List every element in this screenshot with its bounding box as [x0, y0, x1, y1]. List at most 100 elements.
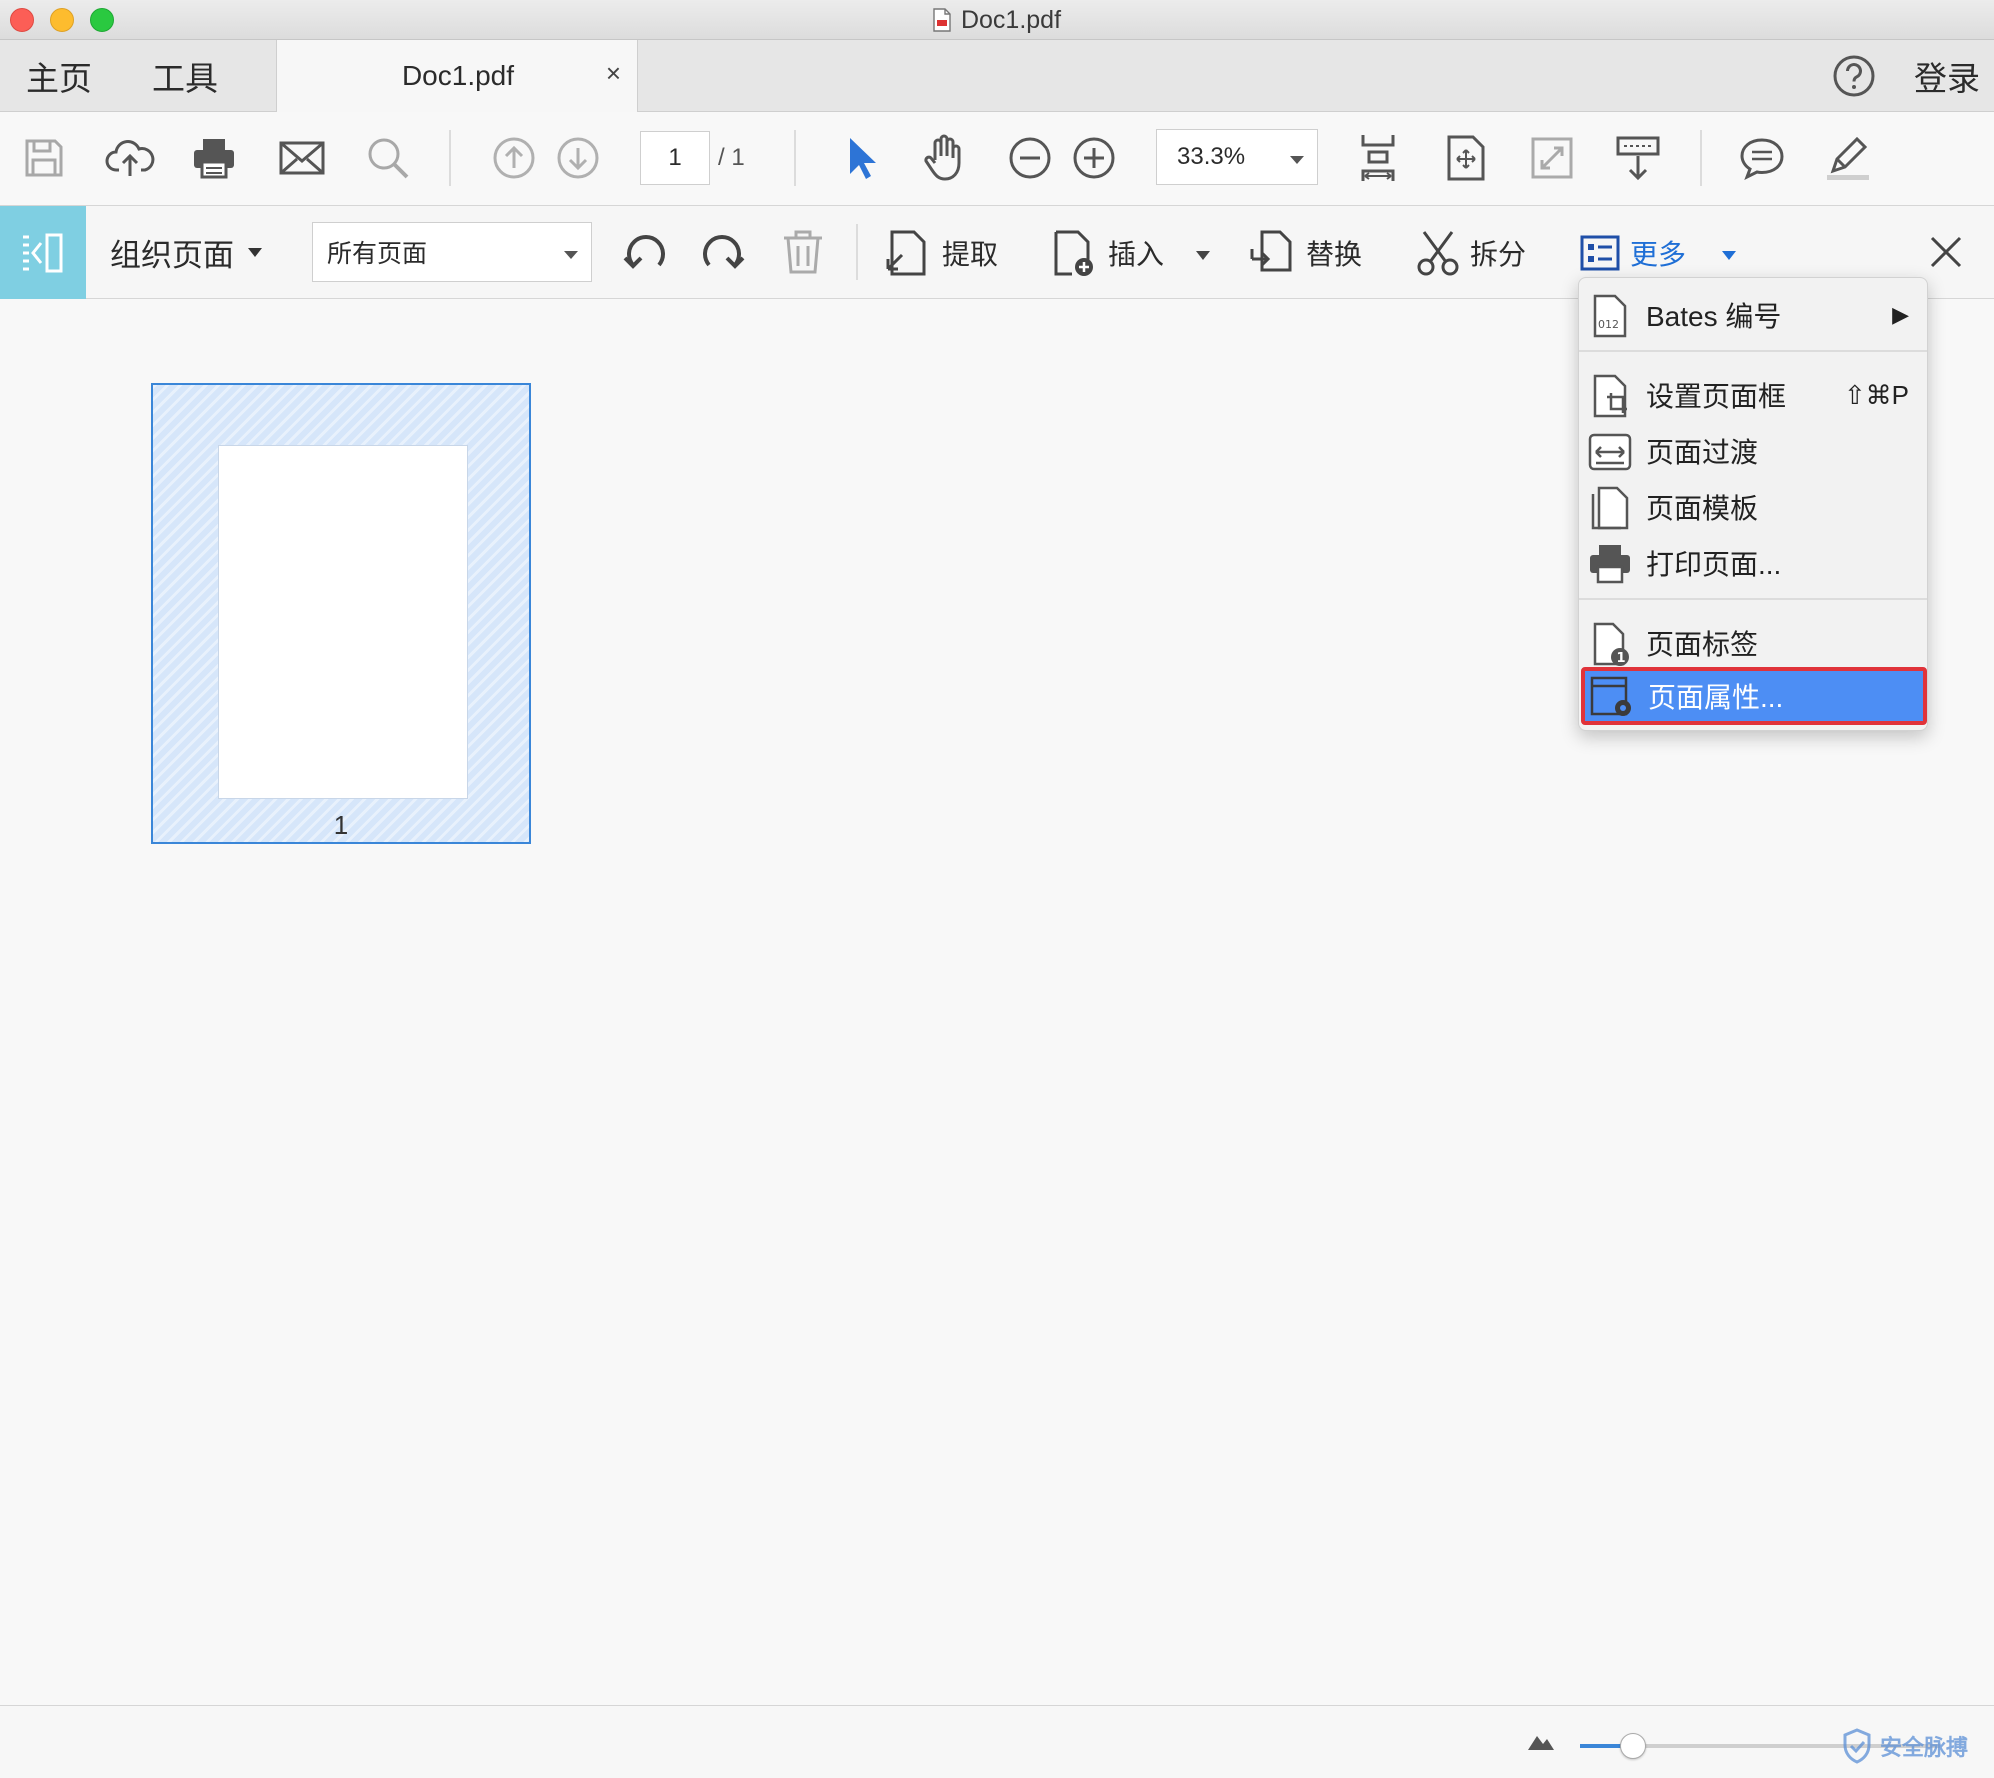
window-title: Doc1.pdf: [0, 0, 1994, 40]
extract-icon: [886, 230, 926, 275]
save-icon[interactable]: [16, 130, 72, 186]
toolbar-separator: [449, 130, 451, 186]
menu-item-set-page-boxes[interactable]: 设置页面框 ⇧⌘P: [1579, 367, 1927, 423]
scroll-mode-icon[interactable]: [1610, 130, 1666, 186]
menu-item-label: 页面过渡: [1646, 437, 1759, 468]
replace-page-icon: [1250, 230, 1292, 271]
thumbnail-size-slider-knob[interactable]: [1620, 1733, 1646, 1759]
menu-item-label: 设置页面框: [1646, 381, 1787, 412]
print-icon: [1590, 545, 1630, 584]
login-link[interactable]: 登录: [1914, 40, 1980, 112]
replace-button[interactable]: 替换: [1248, 206, 1362, 299]
menu-item-label: 页面属性...: [1648, 682, 1784, 713]
split-button[interactable]: 拆分: [1416, 206, 1526, 299]
fullscreen-icon[interactable]: [1524, 130, 1580, 186]
extract-label: 提取: [942, 238, 999, 270]
more-dropdown-chevron-icon[interactable]: [1722, 247, 1736, 265]
organize-pages-menu[interactable]: 组织页面: [110, 206, 262, 299]
crop-page-icon: [1593, 374, 1627, 418]
page-up-icon[interactable]: [486, 130, 542, 186]
close-tab-icon[interactable]: ×: [606, 58, 621, 89]
comment-icon[interactable]: [1734, 130, 1790, 186]
page-range-select[interactable]: 所有页面: [312, 222, 592, 282]
close-organize-icon[interactable]: [1926, 232, 1966, 277]
menu-item-page-transitions[interactable]: 页面过渡: [1579, 423, 1927, 479]
menu-separator: [1579, 598, 1927, 600]
menu-item-label: Bates 编号: [1646, 301, 1782, 332]
rotate-left-icon[interactable]: [620, 226, 672, 283]
small-thumbnails-icon[interactable]: [1526, 1730, 1556, 1757]
page-properties-icon: [1590, 676, 1631, 716]
toolbar-separator: [794, 130, 796, 186]
zoom-value: 33.3%: [1177, 143, 1246, 170]
delete-page-icon[interactable]: [780, 228, 826, 281]
menu-item-page-labels[interactable]: 1 页面标签: [1579, 615, 1927, 671]
page-down-icon[interactable]: [550, 130, 606, 186]
upload-icon[interactable]: [102, 130, 158, 186]
insert-dropdown-chevron-icon[interactable]: [1196, 247, 1210, 265]
mail-icon[interactable]: [274, 130, 330, 186]
page-number-input[interactable]: 1: [640, 131, 710, 185]
menu-item-page-templates[interactable]: 页面模板: [1579, 479, 1927, 535]
rotate-view-icon[interactable]: [1438, 130, 1494, 186]
insert-button[interactable]: 插入: [1052, 206, 1164, 299]
tab-bar: 主页 工具 Doc1.pdf × 登录: [0, 40, 1994, 113]
zoom-select[interactable]: 33.3%: [1156, 129, 1318, 185]
watermark-text: 安全脉搏: [1880, 1735, 1969, 1760]
menu-item-label: 页面模板: [1646, 493, 1759, 524]
svg-text:012: 012: [1598, 318, 1619, 331]
split-label: 拆分: [1470, 238, 1527, 270]
select-arrow-icon[interactable]: [832, 130, 888, 186]
insert-page-icon: [1054, 230, 1093, 276]
toolbar-separator: [856, 224, 858, 280]
menu-item-print-pages[interactable]: 打印页面...: [1579, 535, 1927, 591]
submenu-arrow-icon: ▶: [1892, 302, 1909, 327]
tab-home[interactable]: 主页: [26, 40, 92, 112]
extract-button[interactable]: 提取: [886, 206, 998, 299]
more-dropdown-menu: 012 Bates 编号 ▶ 设置页面框 ⇧⌘P 页面过渡 页面模板 打印页面.…: [1578, 277, 1928, 731]
watermark: 安全脉搏: [1842, 1726, 1968, 1766]
toolbar-separator: [1700, 130, 1702, 186]
shield-icon: [1843, 1728, 1871, 1764]
window-title-text: Doc1.pdf: [960, 5, 1062, 34]
svg-text:1: 1: [1617, 651, 1626, 666]
zoom-out-icon[interactable]: [1002, 130, 1058, 186]
page-transition-icon: [1588, 433, 1632, 471]
organize-tool-icon[interactable]: [0, 206, 86, 299]
chevron-down-icon: [1289, 152, 1305, 170]
page-label-icon: 1: [1593, 622, 1629, 666]
page-total: / 1: [718, 144, 745, 171]
menu-separator: [1579, 350, 1927, 352]
menu-item-shortcut: ⇧⌘P: [1843, 379, 1909, 410]
pen-icon[interactable]: [1820, 130, 1876, 186]
status-bar: 安全脉搏: [0, 1705, 1994, 1778]
page-thumbnail-number: 1: [333, 810, 349, 840]
zoom-in-icon[interactable]: [1066, 130, 1122, 186]
tab-document[interactable]: Doc1.pdf ×: [276, 40, 638, 113]
menu-item-page-properties[interactable]: 页面属性...: [1581, 667, 1927, 725]
page-template-icon: [1591, 486, 1629, 530]
tab-tools[interactable]: 工具: [152, 40, 218, 112]
insert-label: 插入: [1108, 238, 1165, 270]
print-icon[interactable]: [186, 130, 242, 186]
page-range-value: 所有页面: [327, 240, 428, 268]
chevron-down-icon: [563, 247, 579, 265]
page-preview: [218, 445, 468, 799]
rotate-right-icon[interactable]: [696, 226, 748, 283]
search-icon[interactable]: [360, 130, 416, 186]
more-list-icon: [1580, 235, 1620, 270]
hand-icon[interactable]: [916, 130, 972, 186]
fit-page-icon[interactable]: [1350, 130, 1406, 186]
bates-number-icon: 012: [1593, 294, 1627, 338]
main-toolbar: 1 / 1 33.3%: [0, 112, 1994, 206]
chevron-down-icon: [248, 248, 262, 257]
document-tab-label: Doc1.pdf: [401, 60, 515, 91]
help-icon[interactable]: [1832, 54, 1876, 98]
pdf-file-icon: [933, 8, 951, 32]
page-thumbnail[interactable]: 1: [151, 383, 531, 844]
menu-item-label: 打印页面...: [1646, 549, 1782, 580]
organize-pages-title: 组织页面: [110, 238, 234, 273]
menu-item-bates-numbering[interactable]: 012 Bates 编号 ▶: [1579, 287, 1927, 343]
title-bar: Doc1.pdf: [0, 0, 1994, 40]
replace-label: 替换: [1306, 238, 1363, 270]
